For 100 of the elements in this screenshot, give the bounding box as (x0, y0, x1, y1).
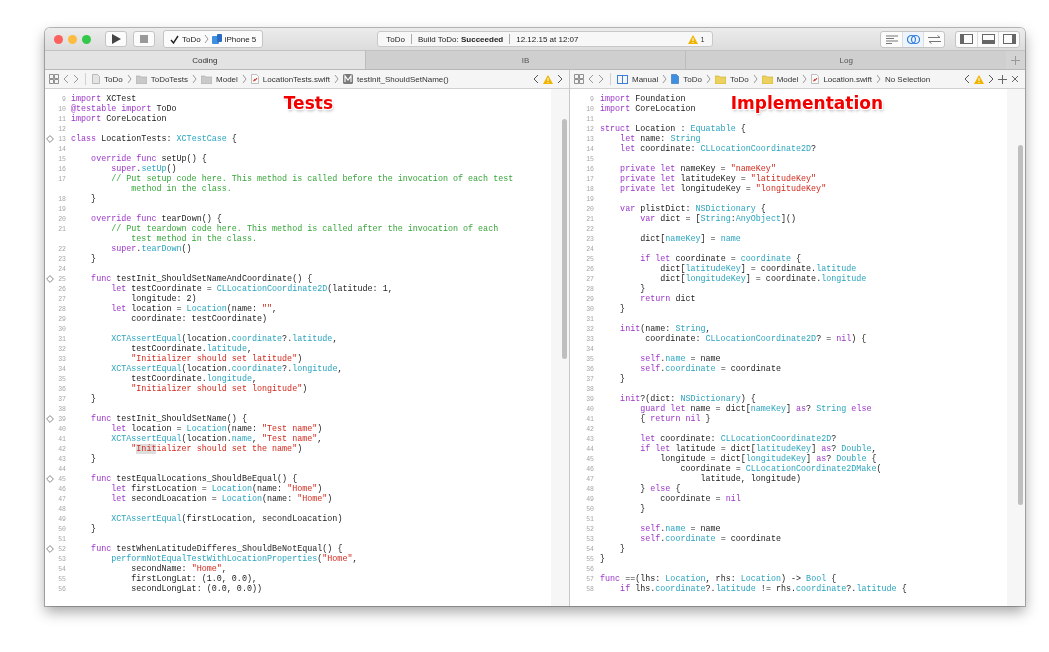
code-line: var plistDict: NSDictionary { (619, 204, 766, 214)
left-panel-icon (960, 34, 973, 44)
test-diamond-icon[interactable] (45, 275, 54, 283)
code-line: longitude: 2) (130, 294, 197, 304)
breadcrumb-item[interactable]: Location.swift (823, 74, 872, 84)
code-line: { return nil } (639, 414, 711, 424)
code-line: XCTAssertEqual(location.name, "Test name", (110, 434, 323, 444)
device-name: iPhone 5 (224, 34, 257, 44)
code-line: dict[longitudeKey] = coordinate.longitude (659, 274, 867, 284)
warning-icon[interactable] (687, 34, 698, 44)
breadcrumb-item[interactable]: ToDo (104, 74, 123, 84)
code-line: var dict = [String:AnyObject]() (639, 214, 797, 224)
code-line: coordinate = nil (659, 494, 741, 504)
add-icon[interactable] (998, 74, 1007, 84)
code-line: firstLongLat: (1.0, 0.0), (130, 574, 257, 584)
add-tab-icon[interactable] (1011, 55, 1020, 65)
breadcrumb-item[interactable]: Model (776, 74, 799, 84)
stop-icon (140, 35, 148, 43)
code-line: } else { (639, 484, 681, 494)
code-line: coordinate: CLLocationCoordinate2D? = nil) { (644, 334, 867, 344)
code-line: dict[latitudeKey] = coordinate.latitude (659, 264, 857, 274)
code-line: self.name = name (639, 354, 721, 364)
code-line: method in the class. (130, 184, 232, 194)
test-diamond-icon[interactable] (45, 475, 54, 483)
warning-icon[interactable] (974, 74, 984, 84)
swift-file-icon (250, 74, 259, 84)
phone-icon (211, 34, 222, 44)
code-line: self.coordinate = coordinate (639, 364, 781, 374)
checkmark-icon (170, 34, 179, 44)
minimize-window-button[interactable] (68, 34, 77, 44)
tab[interactable]: Log (685, 51, 1006, 69)
related-items-icon[interactable] (49, 74, 59, 84)
breadcrumb-item[interactable]: No Selection (884, 74, 931, 84)
code-line: // Put teardown code here. This method is called after the invocation of each (110, 224, 499, 234)
breadcrumb-item[interactable]: Manual (632, 74, 659, 84)
breadcrumb-item[interactable]: LocationTests.swift (262, 74, 330, 84)
chevron-right-icon (662, 74, 668, 84)
breadcrumb-item[interactable]: Model (216, 74, 238, 84)
test-diamond-icon[interactable] (45, 545, 54, 553)
warning-icon[interactable] (543, 74, 553, 84)
breadcrumb-item[interactable]: ToDoTests (150, 74, 189, 84)
code-line: import CoreLocation (71, 114, 167, 124)
code-line: XCTAssertEqual(firstLocation, secondLoacation) (110, 514, 343, 524)
close-icon[interactable] (1011, 75, 1019, 83)
code-line: override func tearDown() { (90, 214, 222, 224)
tab[interactable]: IB (364, 51, 686, 69)
next-issue-icon[interactable] (988, 74, 994, 84)
version-editor-button[interactable] (923, 31, 944, 47)
related-items-icon[interactable] (574, 74, 584, 84)
zoom-window-button[interactable] (82, 34, 91, 44)
code-line: testCoordinate.longitude, (130, 374, 257, 384)
previous-issue-icon[interactable] (533, 74, 539, 84)
code-line: coordinate = CLLocationCoordinate2DMake( (679, 464, 882, 474)
breadcrumb-item[interactable]: ToDo (683, 74, 702, 84)
breadcrumb-item[interactable]: ToDo (729, 74, 749, 84)
code-line: } (90, 524, 97, 534)
test-diamond-icon[interactable] (45, 415, 54, 423)
debug-area-toggle-button[interactable] (977, 31, 998, 47)
tab[interactable]: Coding (45, 51, 365, 69)
code-line: "Initializer should set longitude") (130, 384, 308, 394)
code-line: func testInit_ShouldSetNameAndCoordinate() { (90, 274, 313, 284)
code-line: super.setUp() (110, 164, 177, 174)
assistant-editor-button[interactable] (902, 31, 923, 47)
method-icon (343, 74, 353, 84)
overlapping-circles-icon (906, 33, 920, 45)
code-line: } (619, 544, 626, 554)
code-line: let firstLocation = Location(name: "Home") (110, 484, 323, 494)
scrollbar-thumb[interactable] (562, 119, 567, 359)
code-line: } (619, 374, 626, 384)
test-diamond-icon[interactable] (45, 135, 54, 143)
code-line: func ==(lhs: Location, rhs: Location) -> Bool { (600, 574, 837, 584)
code-line: XCTAssertEqual(location.coordinate?.longitude, (110, 364, 343, 374)
code-line: self.name = name (639, 524, 721, 534)
scheme-selector[interactable]: ToDo iPhone 5 (163, 30, 264, 48)
utilities-toggle-button[interactable] (998, 31, 1019, 47)
code-line: if let latitude = dict[latitudeKey] as? Double, (639, 444, 877, 454)
scrollbar-thumb[interactable] (1018, 145, 1023, 505)
chevron-right-icon (752, 74, 758, 84)
code-line: } (90, 394, 97, 404)
previous-issue-icon[interactable] (964, 74, 970, 84)
chevron-right-icon (192, 74, 198, 84)
document-icon (671, 74, 680, 84)
chevron-right-icon (203, 34, 209, 44)
code-line: } (639, 284, 646, 294)
next-issue-icon[interactable] (557, 74, 563, 84)
code-line: private let longitudeKey = "longitudeKey" (619, 184, 827, 194)
code-line: } (90, 194, 97, 204)
close-window-button[interactable] (54, 34, 63, 44)
code-line: import XCTest (71, 94, 137, 104)
folder-icon (714, 74, 726, 84)
stop-button[interactable] (133, 31, 155, 47)
code-line: func testWhenLatitudeDifferes_ShouldBeNotEqual() { (90, 544, 343, 554)
code-line: XCTAssertEqual(location.coordinate?.latitude, (110, 334, 338, 344)
breadcrumb-item[interactable]: testInit_ShouldSetName() (357, 74, 449, 84)
code-line: return dict (639, 294, 696, 304)
code-line: } (90, 254, 97, 264)
code-line: let location = Location(name: "", (110, 304, 278, 314)
run-button[interactable] (105, 31, 127, 47)
code-line: secondLongLat: (0.0, 0.0)) (130, 584, 262, 594)
code-line: dict[nameKey] = name (639, 234, 741, 244)
